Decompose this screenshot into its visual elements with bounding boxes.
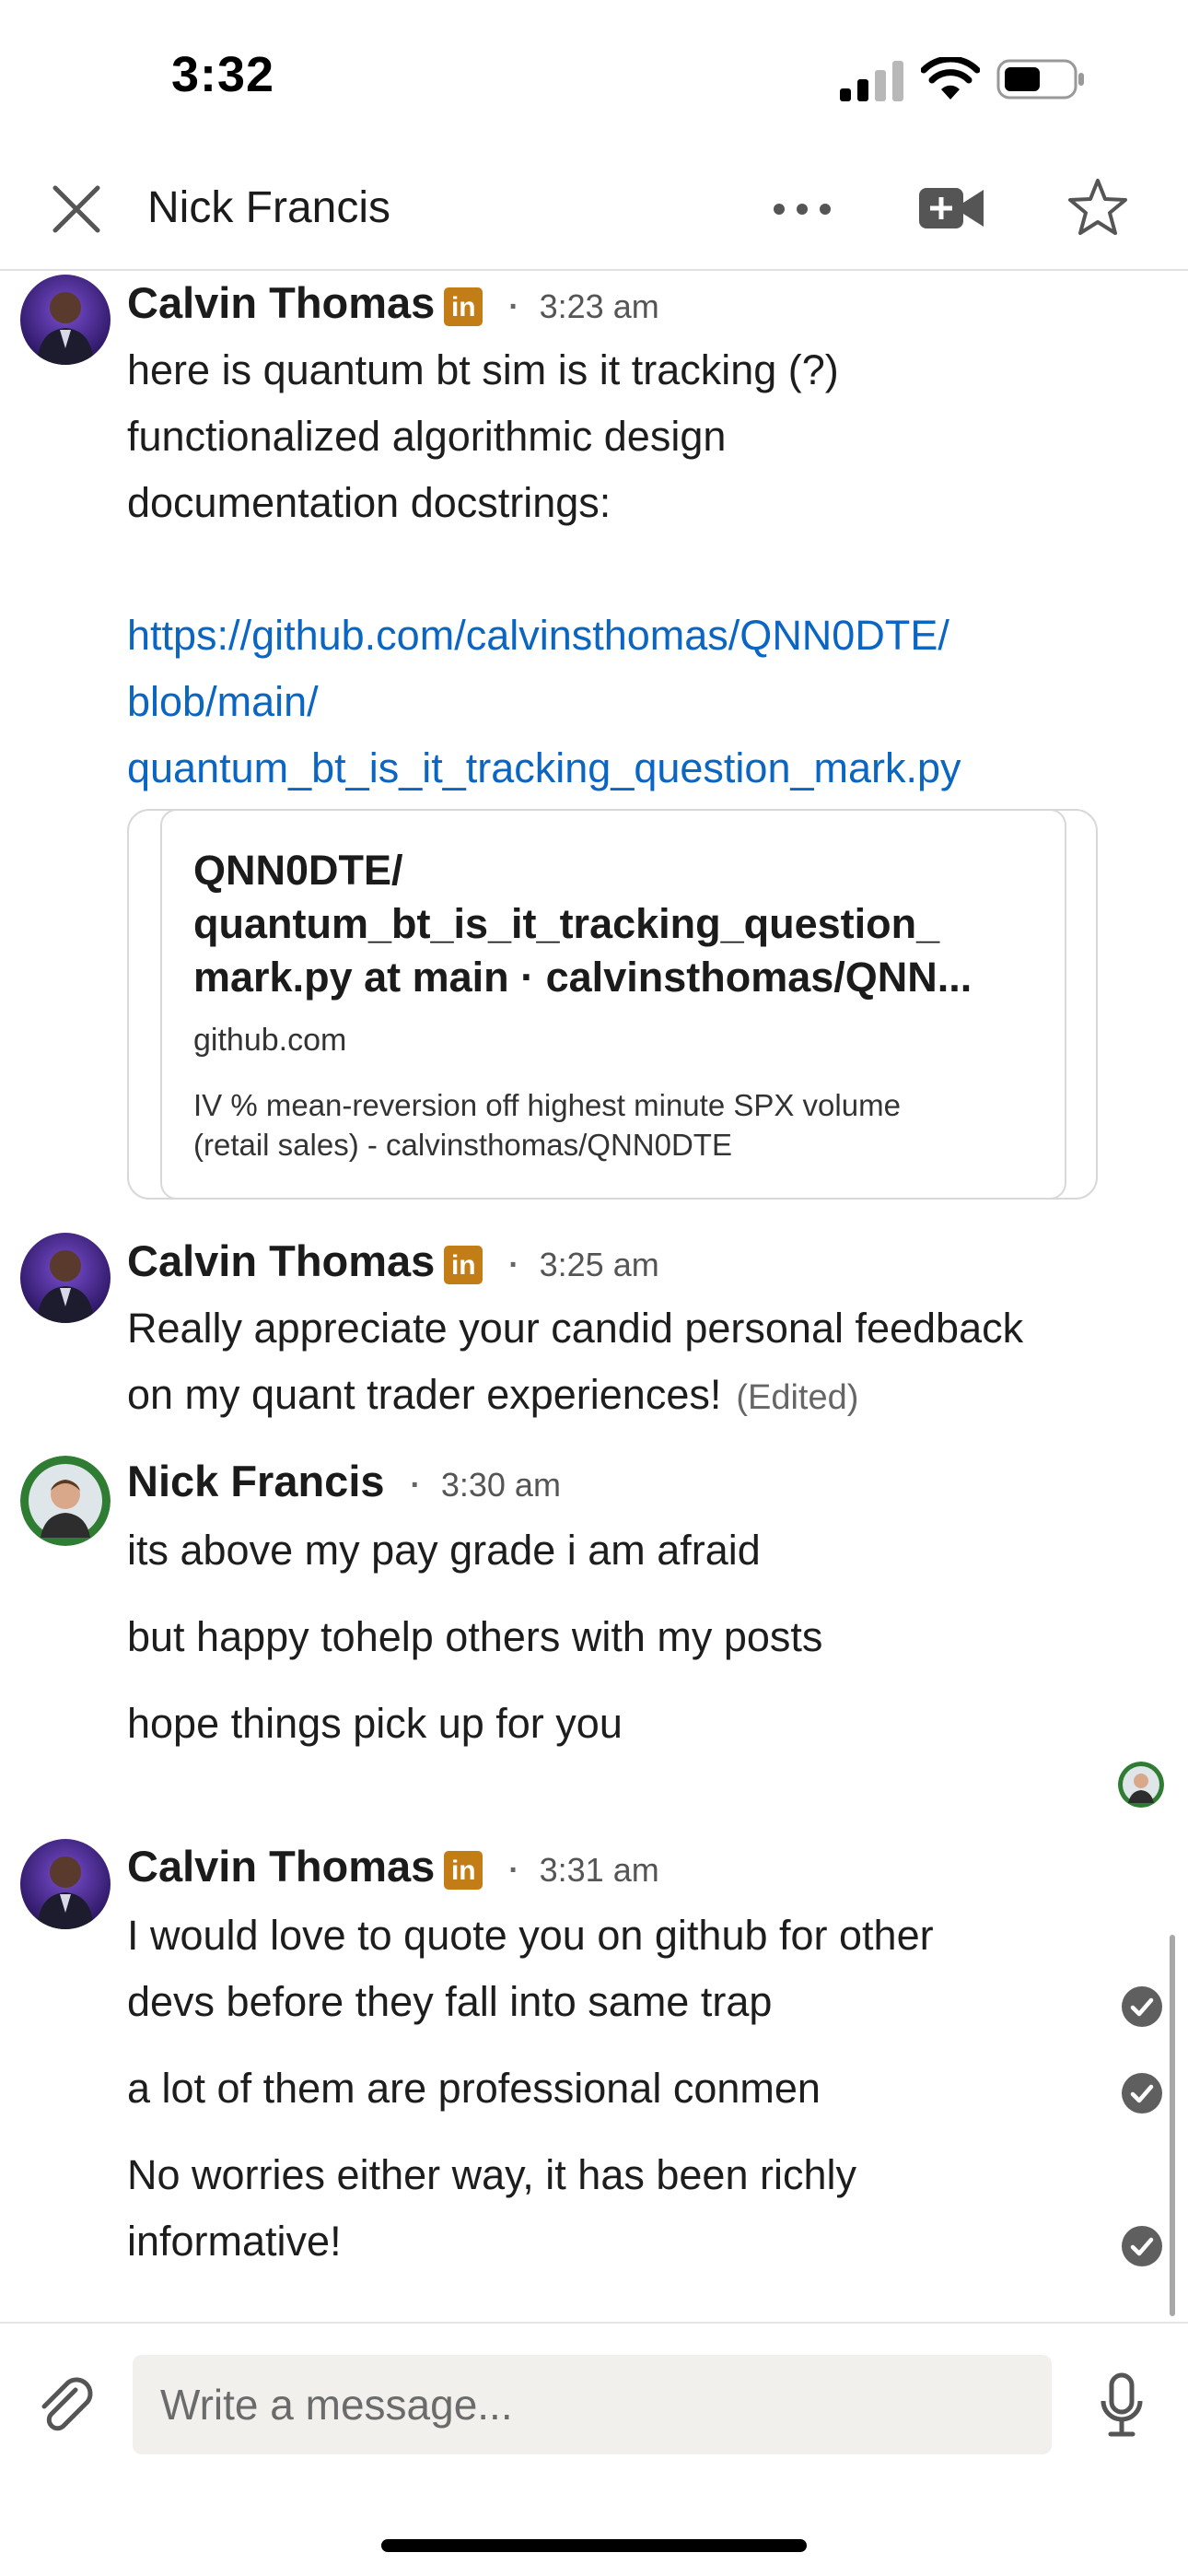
message-line: a lot of them are professional conmen [127, 2065, 821, 2112]
delivered-check-icon [1122, 1986, 1162, 2027]
more-icon[interactable] [770, 195, 834, 223]
message-body: here is quantum bt sim is it tracking (?… [127, 337, 1103, 802]
status-time: 3:32 [171, 47, 275, 102]
link-preview-domain: github.com [193, 1023, 347, 1058]
message-line: hope things pick up for you [127, 1700, 623, 1747]
sender-line: Calvin Thomas in · 3:23 am [127, 275, 659, 334]
avatar-calvin-thomas[interactable] [20, 1233, 111, 1323]
message-time: 3:23 am [539, 287, 659, 325]
microphone-icon[interactable] [1096, 2371, 1147, 2440]
message-line: but happy tohelp others with my posts [127, 1613, 823, 1660]
message-line: on my quant trader experiences! (Edited) [127, 1371, 859, 1418]
close-icon[interactable] [48, 181, 105, 238]
sender-name[interactable]: Calvin Thomas [127, 1842, 435, 1891]
linkedin-badge-icon: in [444, 1245, 483, 1284]
sender-name[interactable]: Calvin Thomas [127, 278, 435, 327]
avatar-calvin-thomas[interactable] [20, 275, 111, 365]
avatar-nick-francis[interactable] [20, 1456, 111, 1546]
attach-icon[interactable] [35, 2373, 99, 2438]
message-body: I would love to quote you on github for … [127, 1903, 1103, 2035]
star-icon[interactable] [1066, 177, 1129, 238]
edited-label: (Edited) [736, 1378, 859, 1417]
message-line: documentation docstrings: [127, 479, 611, 526]
sender-line: Nick Francis · 3:30 am [127, 1454, 561, 1513]
delivered-check-icon [1122, 2226, 1162, 2266]
cellular-signal-icon [840, 61, 903, 101]
separator-dot: · [410, 1467, 421, 1503]
conversation-title[interactable]: Nick Francis [147, 181, 390, 236]
video-call-icon[interactable] [919, 184, 984, 232]
link-preview-description: IV % mean-reversion off highest minute S… [193, 1088, 901, 1162]
message-time: 3:31 am [539, 1850, 659, 1889]
separator-dot: · [508, 288, 519, 324]
home-indicator[interactable] [381, 2539, 807, 2552]
message-time: 3:25 am [539, 1245, 659, 1283]
message-line: here is quantum bt sim is it tracking (?… [127, 346, 839, 393]
message-line: its above my pay grade i am afraid [127, 1527, 761, 1574]
separator-dot: · [508, 1852, 519, 1888]
linkedin-badge-icon: in [444, 1850, 483, 1890]
composer-divider [0, 2322, 1188, 2324]
message-line: informative! [127, 2218, 342, 2265]
message-link[interactable]: blob/main/ [127, 669, 1103, 735]
scrollbar[interactable] [1170, 1935, 1175, 2316]
sender-line: Calvin Thomas in · 3:25 am [127, 1234, 659, 1293]
delivered-check-icon [1122, 2073, 1162, 2113]
avatar-calvin-thomas[interactable] [20, 1839, 111, 1929]
message-body: Really appreciate your candid personal f… [127, 1295, 1103, 1431]
seen-avatar-icon [1118, 1762, 1164, 1808]
message-body: No worries either way, it has been richl… [127, 2142, 1103, 2275]
sender-line: Calvin Thomas in · 3:31 am [127, 1839, 659, 1898]
message-line: I would love to quote you on github for … [127, 1912, 934, 1959]
battery-icon [996, 59, 1084, 100]
linkedin-badge-icon: in [444, 287, 483, 326]
separator-dot: · [508, 1247, 519, 1282]
sender-name[interactable]: Nick Francis [127, 1457, 385, 1505]
message-line: Really appreciate your candid personal f… [127, 1305, 1024, 1352]
message-link[interactable]: https://github.com/calvinsthomas/QNN0DTE… [127, 603, 1103, 669]
link-preview-title[interactable]: QNN0DTE/ quantum_bt_is_it_tracking_quest… [193, 844, 1041, 1004]
message-line: functionalized algorithmic design [127, 413, 727, 460]
wifi-icon [921, 57, 980, 100]
message-link[interactable]: quantum_bt_is_it_tracking_question_mark.… [127, 735, 1103, 802]
message-line: devs before they fall into same trap [127, 1978, 773, 2025]
message-time: 3:30 am [440, 1465, 561, 1504]
message-line: No worries either way, it has been richl… [127, 2151, 856, 2198]
message-input[interactable] [133, 2355, 1052, 2454]
sender-name[interactable]: Calvin Thomas [127, 1236, 435, 1285]
